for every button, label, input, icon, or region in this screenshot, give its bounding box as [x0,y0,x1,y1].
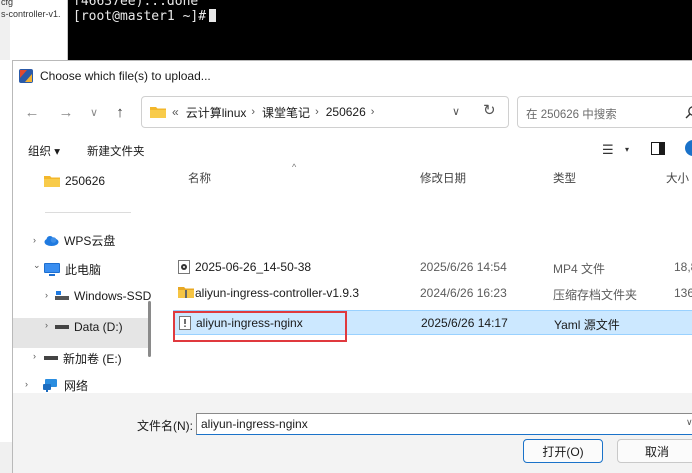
column-header-name[interactable]: 名称 [188,170,211,186]
file-modified: 2025/6/26 14:17 [421,316,508,330]
view-options-icon[interactable]: ☰ [602,142,614,158]
file-type: MP4 文件 [553,262,606,276]
chevron-right-icon[interactable]: › [371,106,375,118]
address-dropdown-button[interactable]: ∨ [452,105,460,118]
terminal-prompt-line: [root@master1 ~]# [73,9,692,24]
column-header-type[interactable]: 类型 [553,170,576,186]
background-strip [0,442,12,473]
help-icon[interactable] [685,140,692,156]
nav-item-label: 250626 [65,174,106,188]
open-button[interactable]: 打开(O) [523,439,603,463]
nav-item-250626[interactable]: 250626 [44,169,105,193]
nav-scrollbar[interactable] [148,301,151,357]
chevron-right-icon[interactable]: › [45,290,48,300]
column-header-modified[interactable]: 修改日期 [420,170,466,186]
dialog-footer: 文件名(N): ∨ 打开(O) 取消 [13,393,692,473]
nav-item-label: WPS云盘 [64,233,116,248]
drive-icon [44,356,58,360]
filename-dropdown-icon[interactable]: ∨ [686,417,692,428]
folder-icon [44,176,60,187]
cloud-icon [44,235,59,246]
command-toolbar: 组织 ▾ 新建文件夹 ☰ ▾ [13,137,692,163]
dialog-title: Choose which file(s) to upload... [40,69,211,83]
file-type: 压缩存档文件夹 [553,288,638,302]
file-list: ^ 名称 修改日期 类型 大小 2025-06-26_14-50-38 2025… [159,162,692,452]
column-header-size[interactable]: 大小 [666,170,689,186]
chevron-right-icon[interactable]: › [315,106,319,118]
chevron-right-icon[interactable]: › [25,379,28,389]
nav-item-this-pc[interactable]: 此电脑 [44,257,101,281]
drive-icon [55,291,69,300]
file-modified: 2024/6/26 16:23 [420,286,507,300]
up-button[interactable]: ↑ [109,101,131,123]
background-text-line: cfg [1,0,14,7]
terminal-cursor [209,9,217,22]
nav-item-label: Data (D:) [74,320,123,334]
video-file-icon [178,260,190,274]
chevron-down-icon[interactable]: ⌄ [33,260,41,271]
app-icon [19,69,33,83]
folder-icon [150,107,166,118]
file-upload-dialog: Choose which file(s) to upload... ← → ∨ … [12,60,692,473]
computer-icon [44,262,60,276]
terminal-window: f46637ee)...done [root@master1 ~]# [68,0,692,60]
chevron-right-icon[interactable]: › [33,235,36,245]
breadcrumb-item[interactable]: 课堂笔记 [262,104,310,121]
search-box[interactable]: 在 250626 中搜索 [517,96,692,128]
breadcrumb-item[interactable]: 250626 [326,105,366,119]
chevron-right-icon[interactable]: › [251,106,255,118]
annotation-highlight-box [173,311,347,342]
chevron-right-icon[interactable]: › [33,351,36,361]
cancel-button[interactable]: 取消 [617,439,692,463]
nav-item-label: Windows-SSD [74,289,152,303]
nav-item-data-d[interactable]: Data (D:) [55,315,123,339]
file-name: 2025-06-26_14-50-38 [195,260,312,274]
dialog-titlebar[interactable]: Choose which file(s) to upload... [13,61,692,91]
nav-divider [45,212,131,213]
file-size: 136, [674,286,692,300]
nav-item-label: 网络 [64,378,89,393]
organize-button[interactable]: 组织 ▾ [28,143,60,159]
background-text-line: s-controller-v1. [1,9,61,19]
breadcrumb-item[interactable]: 云计算linux [186,104,247,121]
nav-item-wps-cloud[interactable]: WPS云盘 [44,228,115,252]
zip-folder-icon [178,287,194,298]
search-placeholder: 在 250626 中搜索 [526,109,617,121]
drive-icon [55,325,69,329]
navigation-pane: 250626 › WPS云盘 ⌄ 此电脑 › Windows-SSD › Dat… [13,163,159,393]
file-size: 18,8 [674,260,692,274]
search-icon[interactable] [685,105,692,119]
file-type: Yaml 源文件 [554,318,620,332]
nav-item-label: 新加卷 (E:) [63,351,122,366]
view-options-caret[interactable]: ▾ [625,145,629,154]
terminal-line: f46637ee)...done [73,0,199,9]
filename-input[interactable] [196,413,692,435]
breadcrumb-overflow[interactable]: « [172,105,179,119]
terminal-prompt: [root@master1 ~]# [73,9,207,24]
nav-item-windows-ssd[interactable]: Windows-SSD [55,284,151,308]
new-folder-button[interactable]: 新建文件夹 [87,143,145,159]
navigation-row: ← → ∨ ↑ « 云计算linux › 课堂笔记 › 250626 › ∨ ↻… [13,91,692,133]
sort-ascending-icon: ^ [292,162,297,172]
refresh-button[interactable]: ↻ [483,101,496,119]
preview-pane-icon[interactable] [651,142,665,155]
background-explorer-panel: cfg s-controller-v1. [0,0,68,60]
chevron-right-icon[interactable]: › [45,320,48,330]
network-icon [43,378,57,392]
file-modified: 2025/6/26 14:54 [420,260,507,274]
back-button[interactable]: ← [21,101,43,123]
nav-item-label: 此电脑 [65,262,102,277]
file-row[interactable]: aliyun-ingress-controller-v1.9.3 2024/6/… [173,281,692,306]
file-name: aliyun-ingress-controller-v1.9.3 [195,286,360,300]
address-bar[interactable]: « 云计算linux › 课堂笔记 › 250626 › ∨ [141,96,509,128]
recent-locations-button[interactable]: ∨ [83,101,105,123]
file-row[interactable]: 2025-06-26_14-50-38 2025/6/26 14:54 MP4 … [173,255,692,280]
forward-button[interactable]: → [55,101,77,123]
nav-item-new-volume-e[interactable]: 新加卷 (E:) [44,346,122,370]
filename-label: 文件名(N): [137,419,193,433]
